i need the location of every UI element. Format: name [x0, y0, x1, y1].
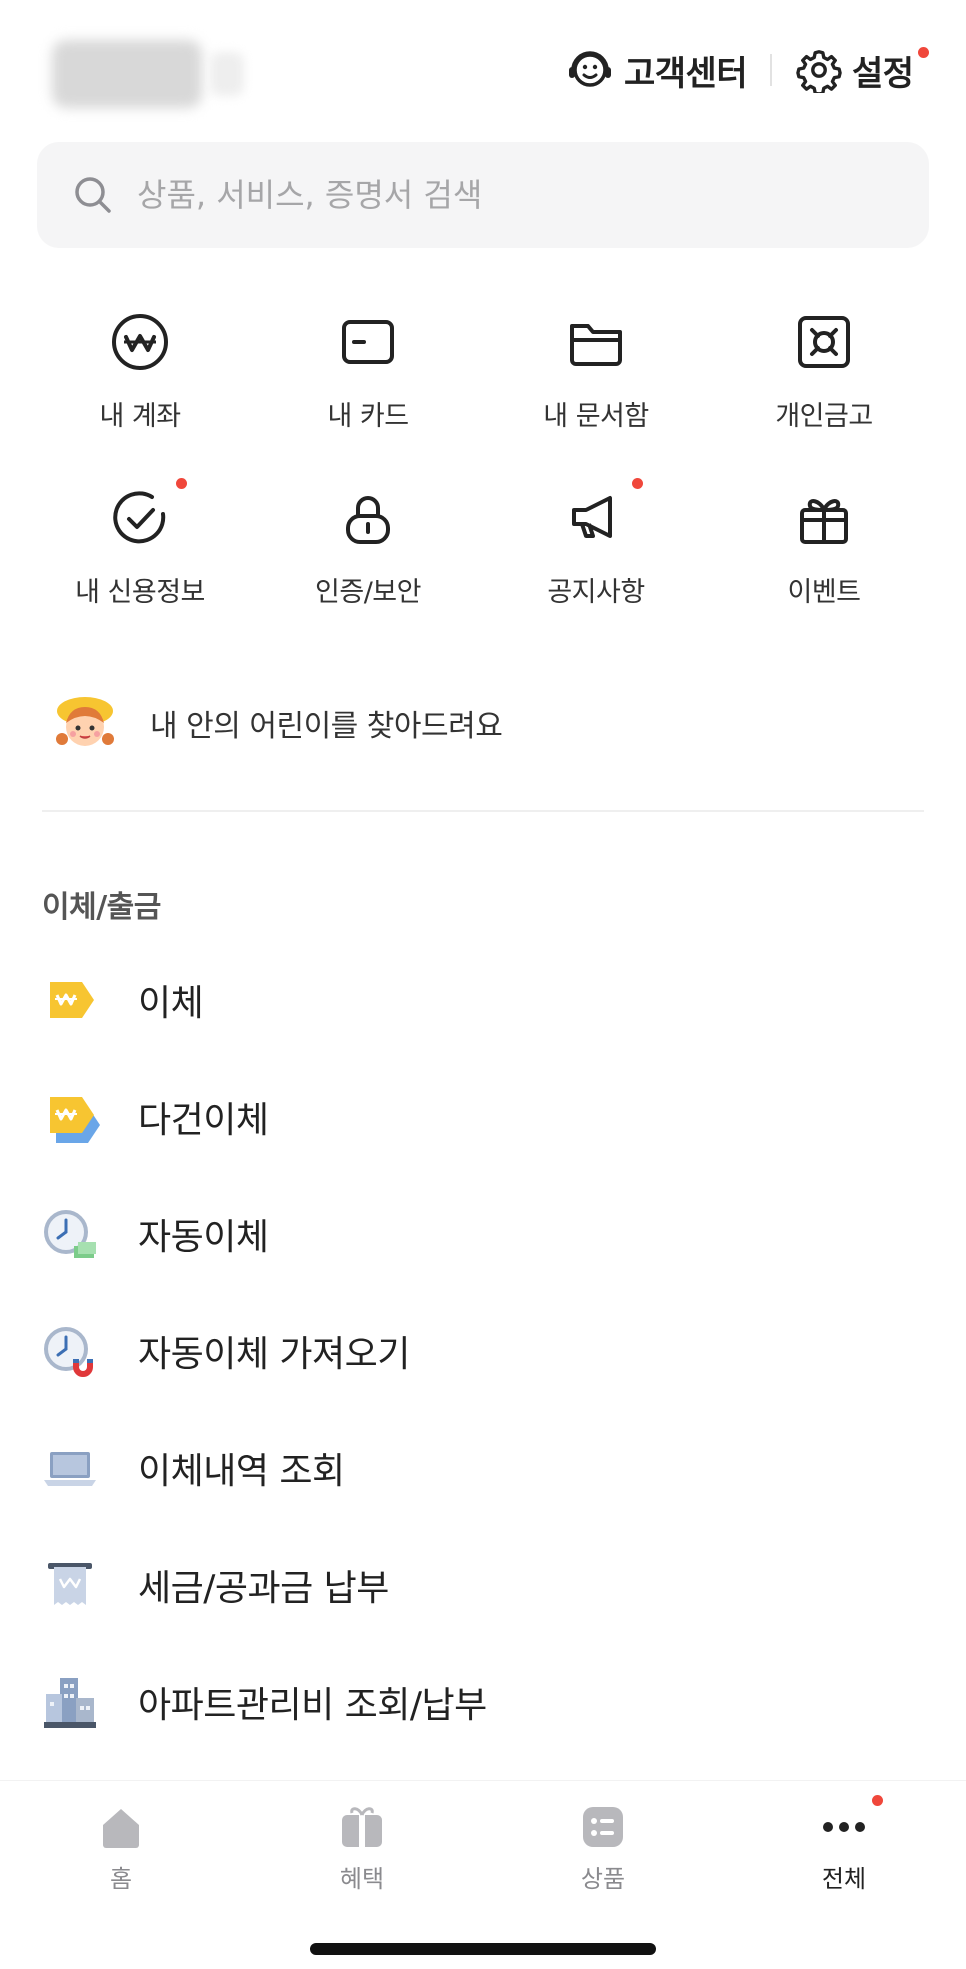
card-icon: [342, 320, 394, 364]
lock-icon: [346, 496, 390, 544]
apartment-icon: [44, 1678, 96, 1728]
menu-transfer[interactable]: 이체: [40, 960, 920, 1040]
menu-transfer-history[interactable]: 이체내역 조회: [40, 1428, 920, 1508]
check-circle-icon: [113, 491, 166, 544]
all-tab-badge-dot: [872, 1795, 883, 1806]
quick-label: 개인금고: [775, 401, 873, 432]
menu-auto-transfer[interactable]: 자동이체: [40, 1194, 920, 1274]
bottom-tab-bar: 홈 혜택 상품 전체: [0, 1780, 966, 1969]
menu-apartment-fee[interactable]: 아파트관리비 조회/납부: [40, 1662, 920, 1742]
gift-box-icon: [342, 1807, 382, 1847]
search-input[interactable]: [135, 175, 899, 215]
tab-products[interactable]: 상품: [483, 1795, 723, 1905]
menu-tax-utility[interactable]: 세금/공과금 납부: [40, 1545, 920, 1625]
menu-multi-transfer[interactable]: 다건이체: [40, 1077, 920, 1157]
settings-label: 설정: [852, 53, 914, 94]
menu-label: 다건이체: [138, 1100, 269, 1141]
list-icon: [583, 1807, 623, 1847]
section-divider: [42, 810, 924, 812]
home-icon: [103, 1809, 139, 1848]
menu-label: 세금/공과금 납부: [138, 1568, 389, 1609]
won-tag-icon: [50, 982, 94, 1018]
quick-auth-security[interactable]: 인증/보안: [254, 472, 482, 612]
tab-home[interactable]: 홈: [1, 1795, 241, 1905]
tab-label: 상품: [580, 1865, 626, 1893]
settings-button[interactable]: 설정: [796, 44, 914, 96]
quick-label: 인증/보안: [315, 577, 421, 608]
gear-icon: [796, 50, 842, 93]
won-circle-icon: [112, 314, 168, 370]
search-bar[interactable]: [37, 142, 929, 248]
header-divider: [770, 54, 772, 86]
menu-label: 자동이체: [138, 1217, 269, 1258]
safe-icon: [798, 316, 850, 368]
menu-label: 자동이체 가져오기: [138, 1334, 410, 1375]
quick-my-credit[interactable]: 내 신용정보: [26, 472, 254, 612]
quick-label: 이벤트: [787, 577, 861, 608]
multi-won-tag-icon: [50, 1097, 100, 1143]
receipt-icon: [48, 1563, 92, 1605]
menu-label: 이체내역 조회: [138, 1451, 345, 1492]
quick-label: 공지사항: [547, 577, 645, 608]
search-icon: [75, 177, 111, 213]
banner-text: 내 안의 어린이를 찾아드려요: [150, 709, 503, 744]
quick-label: 내 계좌: [99, 401, 181, 432]
laptop-icon: [44, 1452, 96, 1486]
tab-benefits[interactable]: 혜택: [242, 1795, 482, 1905]
quick-label: 내 신용정보: [75, 577, 205, 608]
clock-magnet-icon: [44, 1327, 93, 1377]
section-title: 이체/출금: [42, 890, 161, 925]
profile-chevron[interactable]: [210, 52, 244, 96]
quick-personal-safe[interactable]: 개인금고: [710, 296, 938, 436]
child-face-icon: [56, 697, 114, 746]
quick-my-card[interactable]: 내 카드: [254, 296, 482, 436]
customer-center-button[interactable]: 고객센터: [566, 44, 748, 96]
home-indicator[interactable]: [310, 1943, 656, 1955]
tab-label: 홈: [109, 1865, 133, 1893]
tab-label: 전체: [821, 1865, 867, 1893]
gift-icon: [800, 499, 848, 544]
headset-icon: [569, 51, 611, 87]
profile-name-blurred[interactable]: [52, 40, 202, 108]
quick-label: 내 문서함: [543, 401, 649, 432]
quick-notice[interactable]: 공지사항: [482, 472, 710, 612]
menu-import-auto-transfer[interactable]: 자동이체 가져오기: [40, 1311, 920, 1391]
more-dots-icon: [823, 1822, 865, 1832]
top-header: 고객센터 설정: [0, 0, 966, 140]
tab-all[interactable]: 전체: [724, 1795, 964, 1905]
folder-icon: [570, 324, 622, 366]
customer-center-label: 고객센터: [624, 53, 748, 94]
clock-money-icon: [44, 1210, 96, 1258]
menu-label: 아파트관리비 조회/납부: [138, 1685, 487, 1726]
credit-badge-dot: [176, 478, 187, 489]
quick-label: 내 카드: [327, 401, 409, 432]
quick-my-account[interactable]: 내 계좌: [26, 296, 254, 436]
menu-label: 이체: [138, 983, 204, 1024]
tab-label: 혜택: [339, 1865, 385, 1893]
promo-banner[interactable]: 내 안의 어린이를 찾아드려요: [52, 690, 912, 756]
megaphone-icon: [572, 496, 612, 538]
quick-my-documents[interactable]: 내 문서함: [482, 296, 710, 436]
settings-badge-dot: [918, 47, 929, 58]
quick-event[interactable]: 이벤트: [710, 472, 938, 612]
notice-badge-dot: [632, 478, 643, 489]
